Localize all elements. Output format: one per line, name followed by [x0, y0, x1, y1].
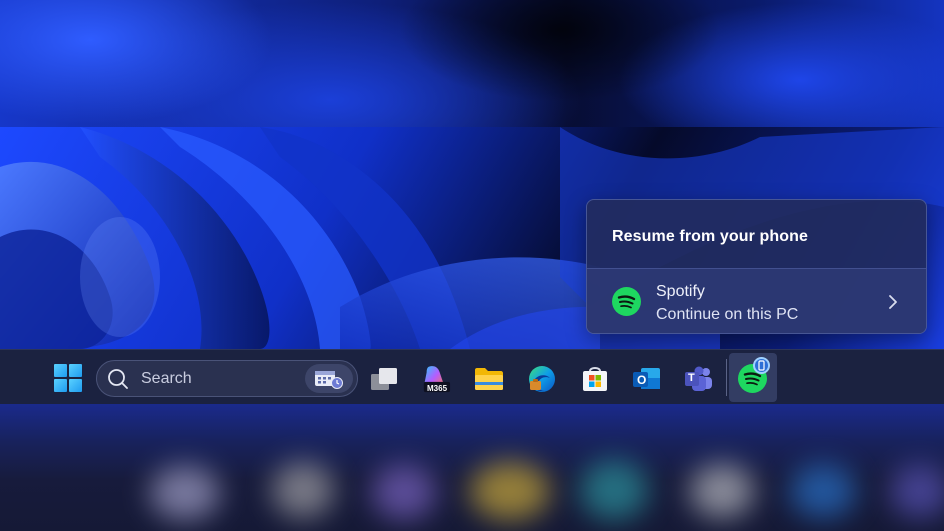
edge-icon [529, 366, 555, 392]
calendar-highlight-icon [315, 371, 343, 389]
microsoft-store-icon [583, 367, 607, 391]
blurred-icon-blob [890, 464, 944, 518]
flyout-action-text: Continue on this PC [656, 306, 799, 323]
blurred-icon-blob [690, 464, 754, 518]
spotify-phone-taskbar-button[interactable] [729, 353, 777, 402]
m365-copilot-button[interactable]: M365 [421, 364, 451, 394]
taskbar-divider [726, 359, 727, 396]
spotify-icon [612, 287, 641, 321]
windows-logo-tile [69, 379, 82, 392]
resume-from-phone-flyout: Resume from your phone Spotify Continue … [586, 199, 927, 334]
outlook-letter: O [637, 373, 647, 387]
windows-logo-tile [69, 364, 82, 377]
blurred-icon-blob [272, 462, 334, 518]
search-icon [107, 368, 129, 390]
phone-badge-icon [753, 357, 770, 374]
windows-logo-tile [54, 379, 67, 392]
edge-button[interactable] [527, 364, 557, 394]
taskbar: Search M365 O T [0, 349, 944, 404]
file-explorer-button[interactable] [474, 364, 504, 394]
chevron-right-icon [887, 294, 899, 315]
search-highlight-button[interactable] [305, 364, 353, 393]
outlook-button[interactable]: O [632, 364, 662, 394]
task-view-button[interactable] [369, 364, 399, 394]
blurred-icon-blob [470, 462, 550, 520]
flyout-title: Resume from your phone [612, 228, 809, 245]
flyout-app-name: Spotify [656, 283, 705, 300]
blurred-wallpaper-top [0, 0, 944, 127]
search-placeholder: Search [141, 370, 192, 387]
blurred-icon-blob [580, 460, 648, 520]
search-box[interactable]: Search [96, 360, 358, 397]
task-view-icon [371, 368, 397, 390]
m365-badge-text: M365 [427, 384, 448, 393]
blurred-icon-blob [790, 464, 856, 518]
blurred-dock-bottom [0, 404, 944, 531]
blurred-icon-blob [372, 464, 436, 520]
windows-logo-tile [54, 364, 67, 377]
teams-button[interactable]: T [684, 364, 714, 394]
file-explorer-icon [475, 368, 503, 390]
start-button[interactable] [54, 364, 82, 392]
resume-spotify-item[interactable]: Spotify Continue on this PC [587, 268, 926, 333]
blurred-icon-blob [150, 466, 220, 520]
microsoft-store-button[interactable] [580, 364, 610, 394]
teams-letter: T [688, 372, 695, 384]
